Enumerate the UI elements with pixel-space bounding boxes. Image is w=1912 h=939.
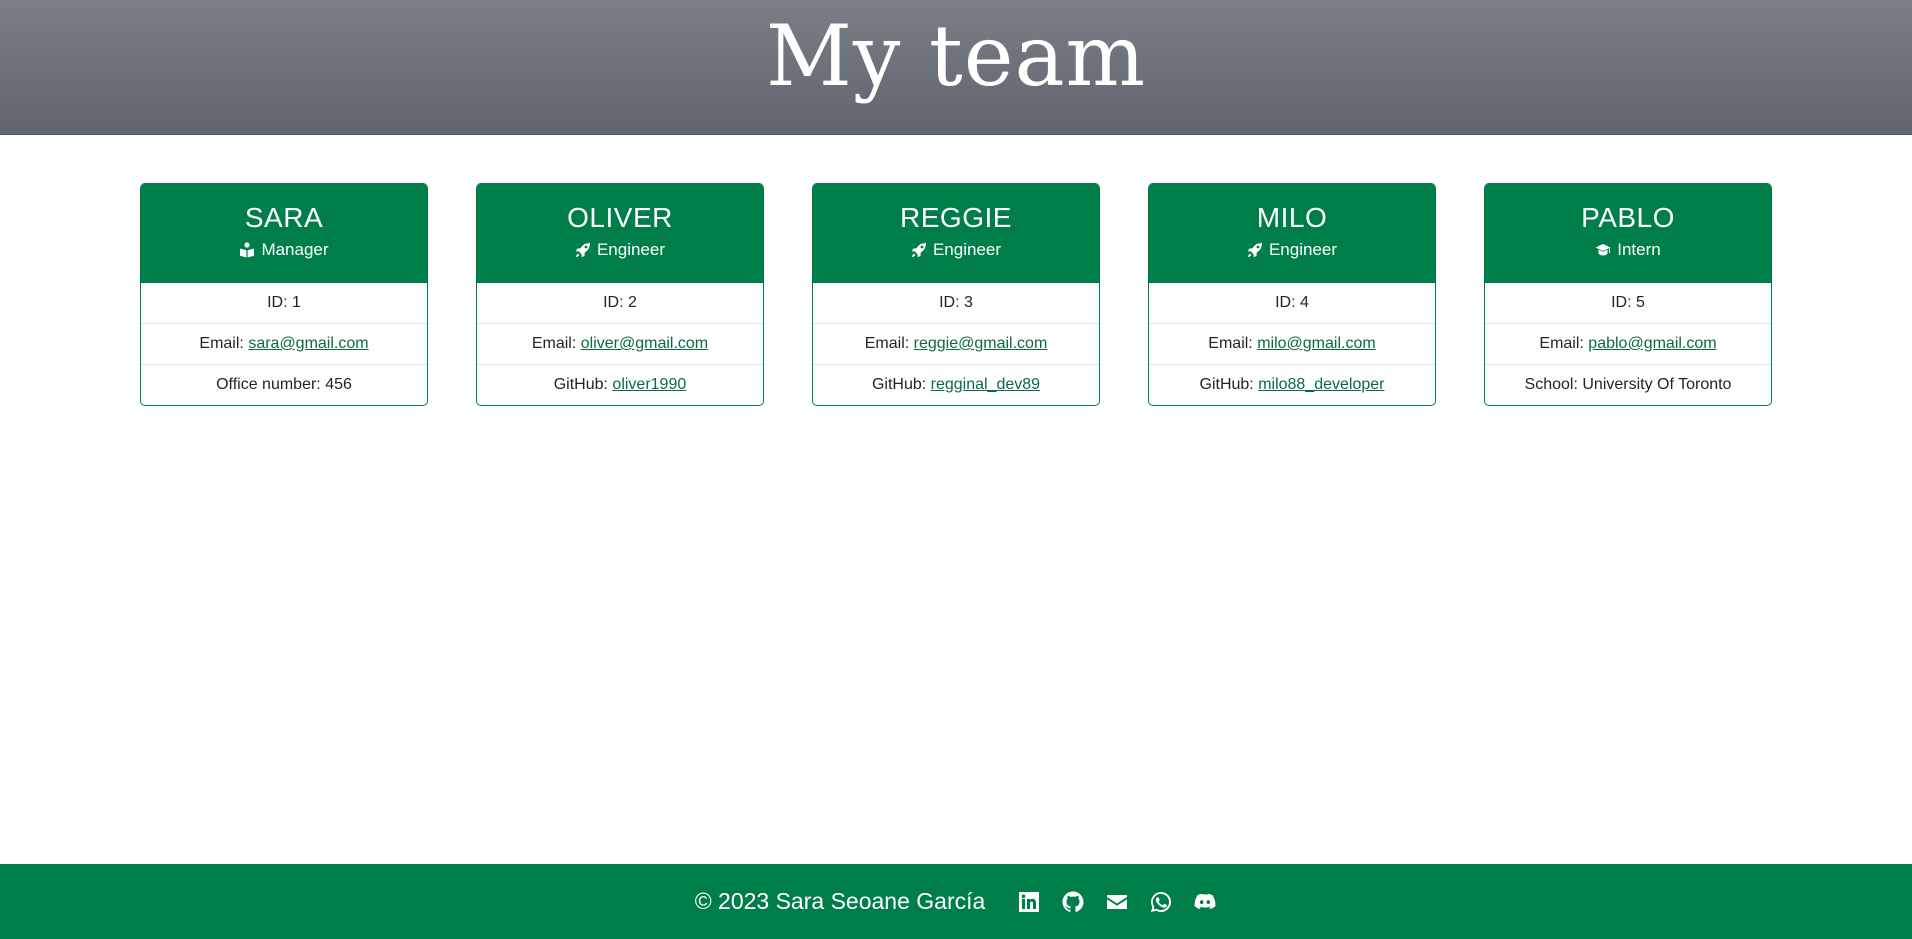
employee-role: Manager [141,239,427,261]
rocket-icon [911,243,926,258]
card-header: REGGIE Engineer [813,184,1099,283]
employee-id: ID: 1 [141,283,427,324]
employee-name: OLIVER [567,202,673,233]
employee-role: Engineer [1149,239,1435,261]
employee-role: Intern [1485,239,1771,261]
employee-card-pablo: PABLO Intern ID: 5 Email: pablo@gmail.co… [1484,183,1772,406]
email-link[interactable]: pablo@gmail.com [1588,335,1716,352]
email-label: Email: [1539,335,1589,352]
github-link[interactable]: regginal_dev89 [931,376,1040,393]
school-row: School: University Of Toronto [1524,376,1732,393]
employee-email-row: Email: oliver@gmail.com [477,324,763,365]
card-header: SARA Manager [141,184,427,283]
role-label: Engineer [932,240,1002,259]
card-header: PABLO Intern [1485,184,1771,283]
card-header: MILO Engineer [1149,184,1435,283]
social-links [1017,890,1217,914]
github-link[interactable]: oliver1990 [612,376,686,393]
employee-name: PABLO [1581,202,1675,233]
linkedin-icon[interactable] [1017,890,1041,914]
role-label: Manager [261,240,329,259]
email-label: Email: [199,335,249,352]
employee-id: ID: 5 [1485,283,1771,324]
employee-name: MILO [1256,202,1328,233]
github-label: GitHub: [553,376,613,393]
employee-card-milo: MILO Engineer ID: 4 Email: milo@gmail.co… [1148,183,1436,406]
graduation-cap-icon [1595,244,1611,256]
page-footer: © 2023 Sara Seoane García [0,864,1912,939]
copyright-text: © 2023 Sara Seoane García [694,888,986,914]
employee-name: REGGIE [900,202,1012,233]
rocket-icon [1247,243,1262,258]
employee-id: ID: 4 [1149,283,1435,324]
github-link[interactable]: milo88_developer [1258,376,1384,393]
envelope-icon[interactable] [1105,890,1129,914]
employee-card-oliver: OLIVER Engineer ID: 2 Email: oliver@gmai… [476,183,764,406]
employee-name: SARA [244,202,324,233]
email-link[interactable]: sara@gmail.com [248,335,368,352]
rocket-icon [575,243,590,258]
employee-card-reggie: REGGIE Engineer ID: 3 Email: reggie@gmai… [812,183,1100,406]
email-label: Email: [1208,335,1258,352]
employee-role: Engineer [813,239,1099,261]
employee-email-row: Email: pablo@gmail.com [1485,324,1771,365]
employee-id: ID: 2 [477,283,763,324]
github-row: GitHub: milo88_developer [1149,365,1435,405]
email-label: Email: [864,335,914,352]
employee-card-sara: SARA Manager ID: 1 Email: sara@gmail.com… [140,183,428,406]
whatsapp-icon[interactable] [1149,890,1173,914]
role-label: Engineer [1268,240,1338,259]
email-link[interactable]: oliver@gmail.com [581,335,708,352]
email-label: Email: [531,335,581,352]
email-link[interactable]: milo@gmail.com [1257,335,1375,352]
discord-icon[interactable] [1193,890,1217,914]
employee-email-row: Email: reggie@gmail.com [813,324,1099,365]
email-link[interactable]: reggie@gmail.com [914,335,1048,352]
page-title: My team [765,7,1147,105]
book-reader-icon [240,242,255,258]
github-icon[interactable] [1061,890,1085,914]
employee-email-row: Email: milo@gmail.com [1149,324,1435,365]
github-label: GitHub: [1199,376,1259,393]
employee-id: ID: 3 [813,283,1099,324]
role-label: Engineer [596,240,666,259]
team-cards: SARA Manager ID: 1 Email: sara@gmail.com… [140,183,1772,406]
github-row: GitHub: oliver1990 [477,365,763,405]
card-header: OLIVER Engineer [477,184,763,283]
page-header: My team [0,0,1912,135]
github-row: GitHub: regginal_dev89 [813,365,1099,405]
github-label: GitHub: [871,376,931,393]
office-number: Office number: 456 [216,376,352,393]
role-label: Intern [1617,240,1661,259]
employee-role: Engineer [477,239,763,261]
employee-email-row: Email: sara@gmail.com [141,324,427,365]
